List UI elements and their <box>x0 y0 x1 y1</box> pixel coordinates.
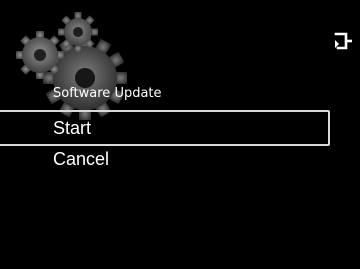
menu-item-cancel[interactable]: Cancel <box>0 148 360 174</box>
menu-item-label: Start <box>53 118 92 138</box>
menu-item-label: Cancel <box>53 149 110 169</box>
menu-item-start[interactable]: Start <box>0 110 360 146</box>
menu-title: Software Update <box>53 86 162 101</box>
gears-icon <box>16 12 127 120</box>
return-icon[interactable] <box>332 30 354 52</box>
camera-menu-screen: Software Update Start Cancel <box>0 0 360 269</box>
selection-highlight <box>0 110 330 146</box>
